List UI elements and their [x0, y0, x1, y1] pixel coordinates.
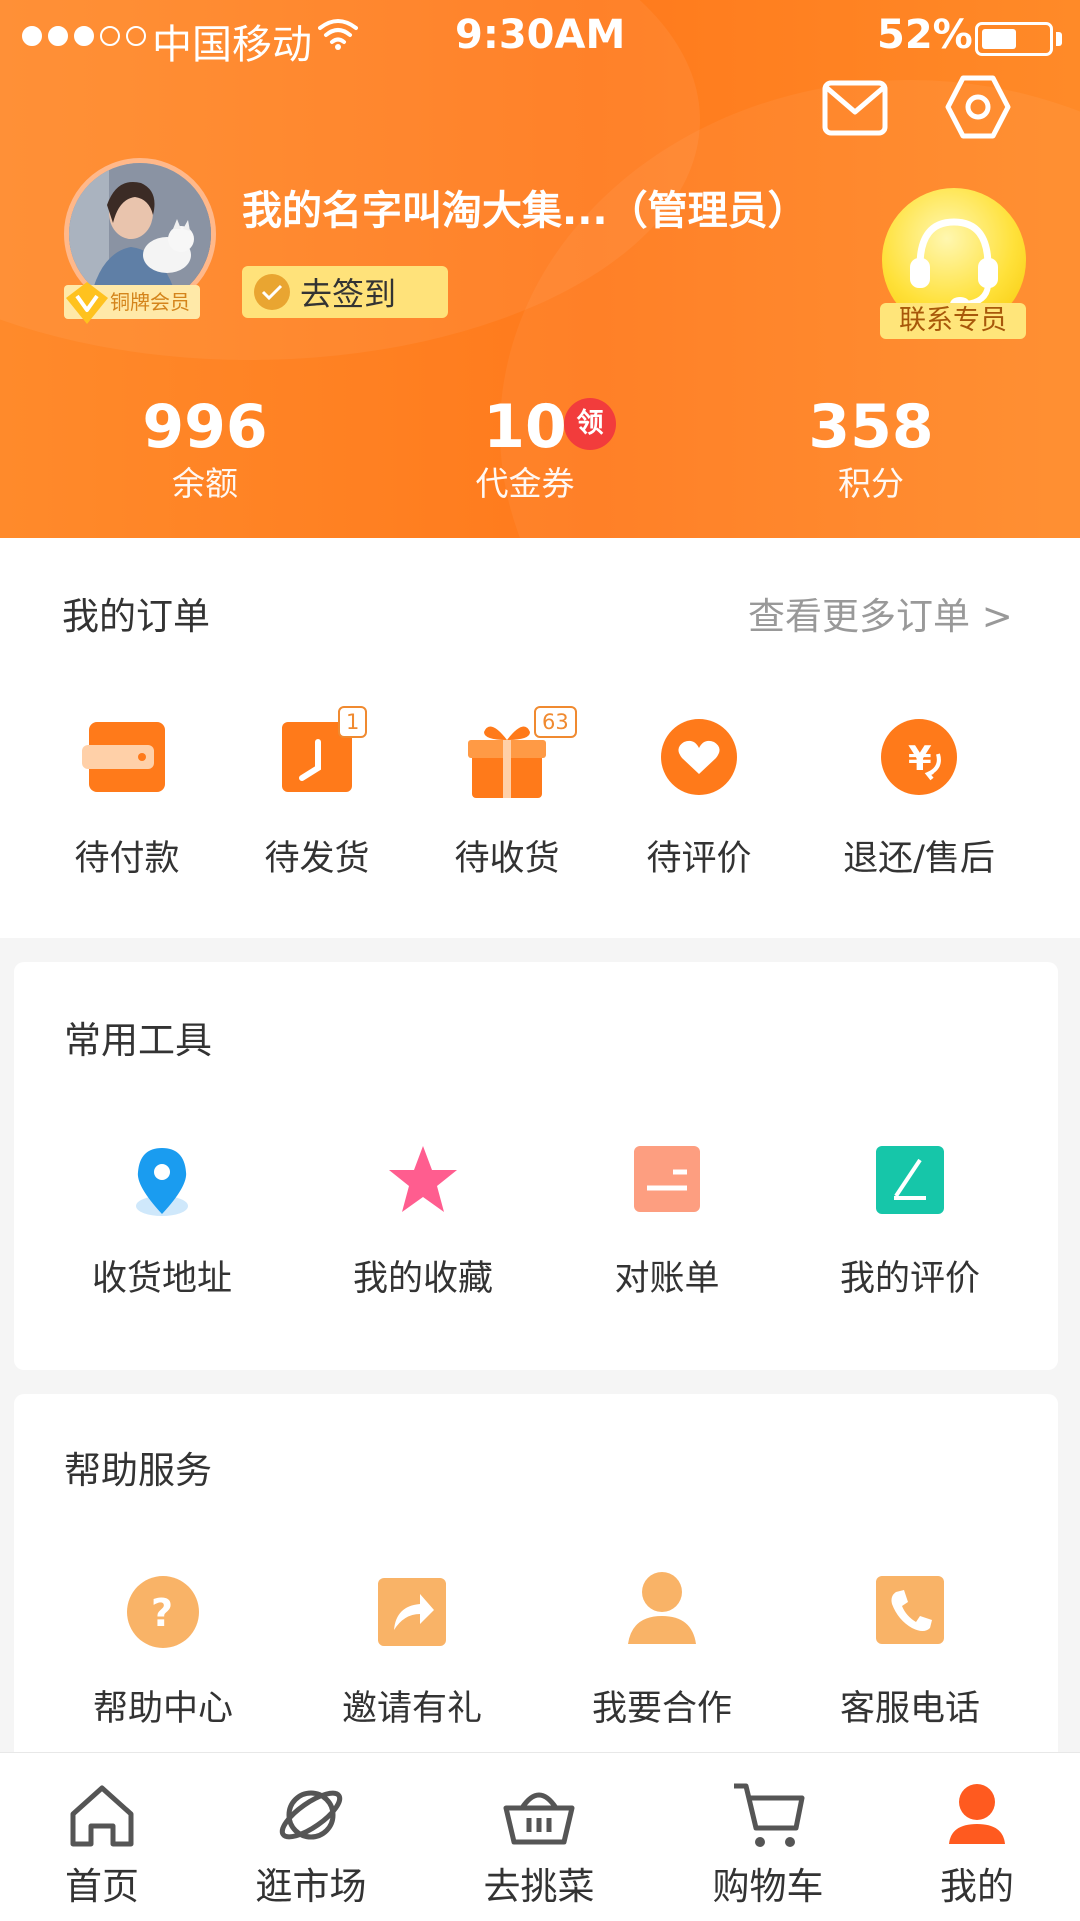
tool-statement[interactable]: 对账单 [547, 1142, 787, 1299]
vip-medal-icon [66, 282, 108, 324]
home-icon [70, 1785, 134, 1847]
balance-value: 996 [142, 392, 268, 462]
battery-tip [1056, 32, 1062, 46]
tool-label: 我的收藏 [352, 1259, 493, 1299]
order-pending-payment[interactable]: 待付款 [32, 712, 222, 879]
tool-label: 对账单 [614, 1259, 720, 1299]
order-pending-review[interactable]: 待评价 [604, 712, 794, 879]
tab-me[interactable]: 我的 [887, 1752, 1067, 1920]
order-item-label: 待发货 [264, 839, 370, 879]
points-value: 358 [808, 392, 934, 462]
points-stat[interactable]: 358 积分 [751, 392, 991, 506]
battery-percent: 52% [877, 12, 973, 58]
tab-home[interactable]: 首页 [12, 1752, 192, 1920]
help-label: 邀请有礼 [341, 1689, 482, 1729]
tool-favorites[interactable]: 我的收藏 [303, 1142, 543, 1299]
tab-label: 我的 [940, 1865, 1014, 1908]
orders-title: 我的订单 [62, 595, 210, 638]
tool-label: 我的评价 [839, 1259, 980, 1299]
help-title: 帮助服务 [64, 1449, 212, 1492]
help-center[interactable]: ? 帮助中心 [43, 1572, 283, 1729]
tool-label: 收货地址 [91, 1259, 232, 1299]
membership-label: 铜牌会员 [110, 290, 190, 314]
help-label: 客服电话 [839, 1689, 980, 1729]
check-icon [254, 274, 290, 310]
status-bar: 中国移动 9:30AM 52% [0, 0, 1080, 78]
location-pin-icon [136, 1148, 188, 1216]
settings-icon[interactable] [945, 74, 1011, 140]
tab-label: 逛市场 [255, 1865, 367, 1908]
battery-icon [975, 22, 1053, 56]
tab-pick-vegetables[interactable]: 去挑菜 [449, 1752, 629, 1920]
order-item-label: 待付款 [74, 839, 180, 879]
wallet-icon [82, 722, 165, 792]
order-pending-receipt[interactable]: 63 待收货 [412, 706, 602, 879]
tab-label: 去挑菜 [483, 1865, 595, 1908]
order-item-label: 退还/售后 [843, 839, 995, 879]
tool-address[interactable]: 收货地址 [42, 1142, 282, 1299]
order-item-label: 待收货 [454, 839, 560, 879]
planet-icon [279, 1790, 343, 1840]
invite-gift[interactable]: 邀请有礼 [292, 1572, 532, 1729]
wifi-icon [318, 19, 358, 50]
user-icon [949, 1784, 1005, 1844]
balance-label: 余额 [172, 464, 238, 503]
share-icon [378, 1578, 446, 1646]
pen-icon [876, 1146, 944, 1214]
order-pending-shipment[interactable]: 1 待发货 [222, 706, 412, 879]
order-refund-aftersale[interactable]: ¥ 退还/售后 [824, 712, 1014, 879]
clock: 9:30AM [455, 12, 626, 58]
order-item-label: 待评价 [646, 839, 752, 879]
signal-strength-icon [22, 26, 146, 46]
signin-button[interactable]: 去签到 [242, 266, 448, 318]
order-count-badge: 63 [534, 706, 577, 738]
help-label: 帮助中心 [92, 1689, 233, 1729]
tab-market[interactable]: 逛市场 [221, 1752, 401, 1920]
tab-label: 购物车 [712, 1865, 824, 1908]
claim-voucher-badge[interactable]: 领 [564, 398, 616, 450]
customer-service-phone[interactable]: 客服电话 [790, 1572, 1030, 1729]
tool-my-reviews[interactable]: 我的评价 [790, 1142, 1030, 1299]
star-icon [389, 1146, 457, 1212]
more-orders-link[interactable]: 查看更多订单 > [748, 586, 1013, 640]
basket-icon [503, 1792, 575, 1845]
statement-icon [634, 1146, 700, 1212]
help-label: 我要合作 [591, 1689, 732, 1729]
tab-cart[interactable]: 购物车 [678, 1752, 858, 1920]
question-icon: ? [127, 1576, 199, 1648]
person-icon [628, 1572, 696, 1644]
yen-refund-icon: ¥ [881, 719, 957, 795]
phone-icon [876, 1576, 944, 1644]
cooperate[interactable]: 我要合作 [542, 1572, 782, 1729]
contact-specialist-label[interactable]: 联系专员 [880, 303, 1026, 339]
clock-icon [282, 722, 352, 792]
tools-title: 常用工具 [64, 1019, 212, 1062]
cart-icon [734, 1783, 805, 1847]
points-label: 积分 [838, 464, 904, 503]
heart-icon [661, 719, 737, 795]
username: 我的名字叫淘大集...（管理员） [242, 188, 808, 234]
mail-icon[interactable] [822, 80, 888, 136]
order-count-badge: 1 [338, 706, 368, 738]
svg-text:?: ? [151, 1591, 173, 1635]
voucher-label: 代金券 [475, 464, 575, 503]
tab-label: 首页 [65, 1865, 139, 1908]
balance-stat[interactable]: 996 余额 [85, 392, 325, 506]
carrier-name: 中国移动 [152, 22, 312, 68]
signin-label: 去签到 [300, 275, 397, 313]
